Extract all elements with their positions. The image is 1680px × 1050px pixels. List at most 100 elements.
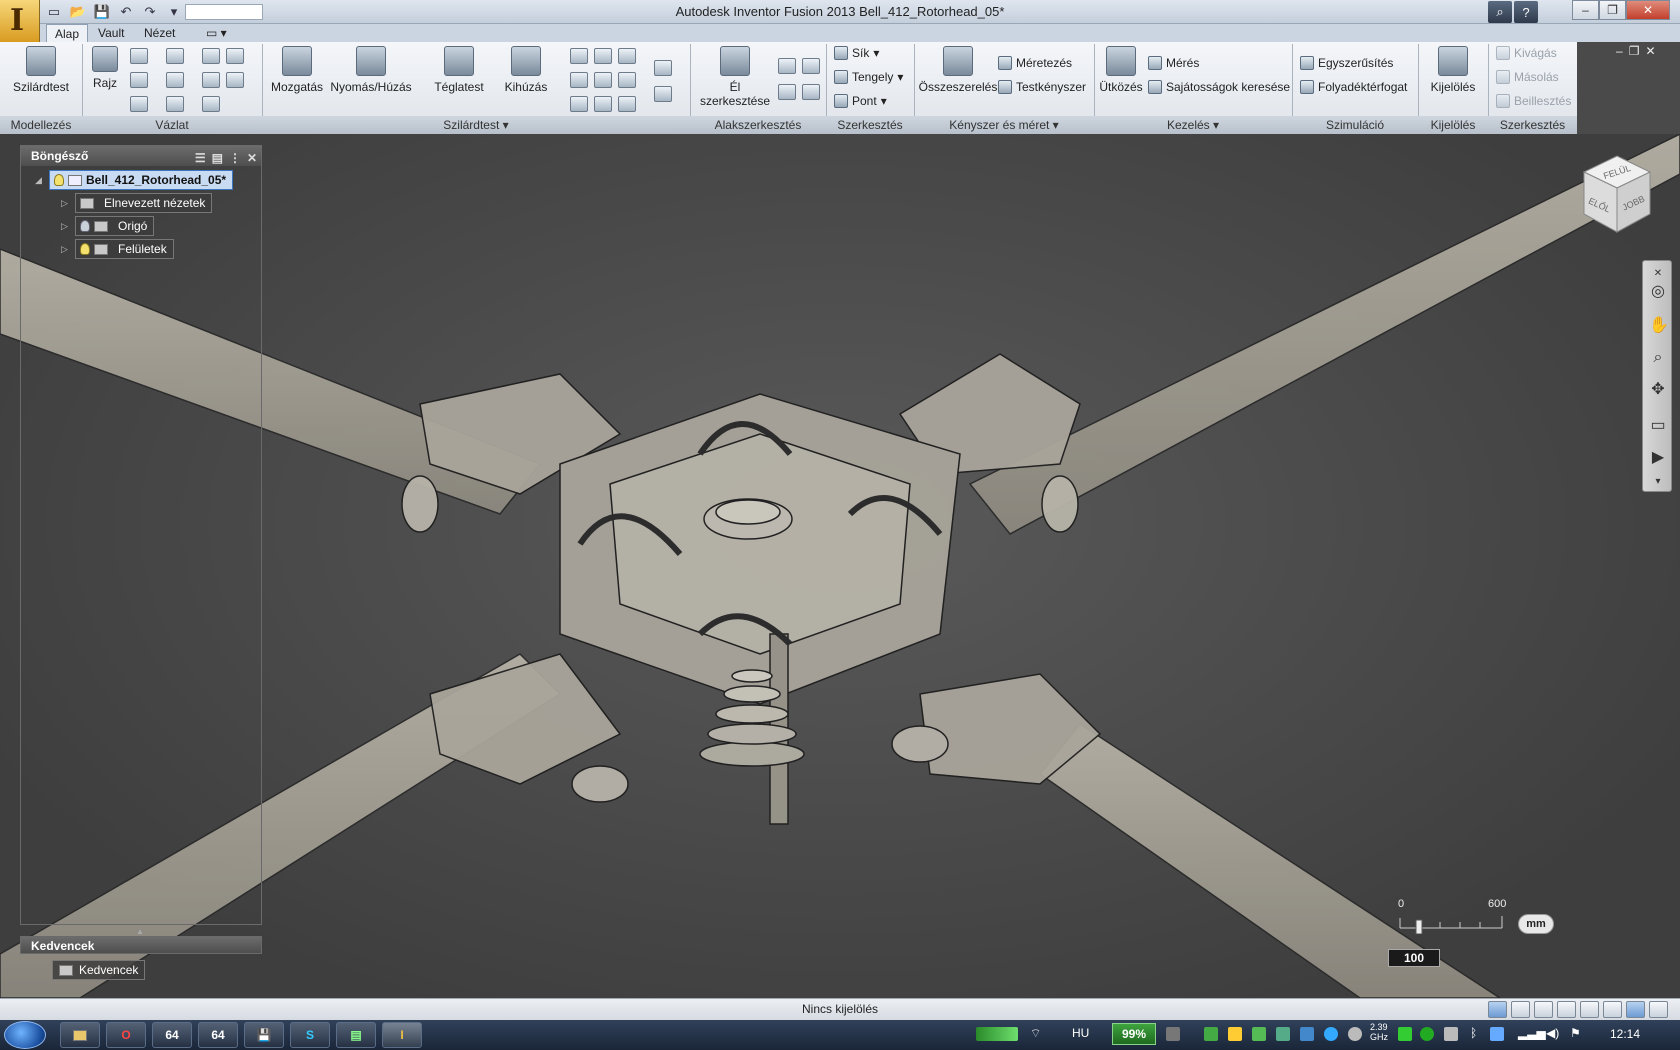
signal-icon[interactable]: ▂▃▅ — [1518, 1026, 1546, 1040]
edit-tool-icon[interactable] — [226, 72, 244, 88]
utkozes-button[interactable]: Ütközés — [1098, 46, 1144, 94]
tengely-button[interactable]: Tengely ▾ — [834, 70, 903, 84]
panel-label-kenyszer-es-meret[interactable]: Kényszer és méret ▾ — [914, 118, 1094, 134]
display-settings-icon[interactable] — [1649, 1001, 1668, 1018]
zoom-icon[interactable]: ⌕ — [1649, 349, 1667, 367]
rectangle-tool-icon[interactable] — [130, 72, 148, 88]
taskbar-spreadsheet-icon[interactable]: ▤ — [336, 1022, 376, 1048]
image-tool-icon[interactable] — [226, 48, 244, 64]
pan-hand-icon[interactable]: ✋ — [1649, 317, 1669, 335]
viewcube[interactable]: FELÜL ELŐL JOBB — [1580, 152, 1654, 236]
beillesztes-button[interactable]: Beillesztés — [1496, 94, 1571, 108]
select-mode-icon[interactable] — [1488, 1001, 1507, 1018]
fillet-tool-icon[interactable] — [166, 72, 184, 88]
system-clock[interactable]: 12:14 — [1610, 1027, 1640, 1041]
mozgatas-button[interactable]: Mozgatás — [268, 46, 326, 94]
maximize-icon[interactable]: ❐ — [1599, 0, 1626, 20]
browser-close-icon[interactable]: ✕ — [247, 148, 257, 168]
taskbar-skype-icon[interactable]: S — [290, 1022, 330, 1048]
form-edit-icon[interactable] — [778, 58, 796, 74]
favorites-item[interactable]: Kedvencek — [52, 960, 146, 980]
arc-tool-icon[interactable] — [166, 48, 184, 64]
tray-monitor-icon[interactable] — [1204, 1027, 1218, 1041]
kihuzas-button[interactable]: Kihúzás — [500, 46, 552, 94]
browser-expand-icon[interactable]: ☰ — [195, 148, 206, 168]
panel-label-szilardtest[interactable]: Szilárdtest ▾ — [262, 118, 690, 134]
kivagas-button[interactable]: Kivágás — [1496, 46, 1557, 60]
meres-button[interactable]: Mérés — [1148, 56, 1199, 70]
language-indicator[interactable]: HU — [1072, 1026, 1089, 1040]
el-szerkesztese-button[interactable]: Él szerkesztése — [694, 46, 776, 108]
volume-icon[interactable]: ◀) — [1546, 1026, 1559, 1040]
tray-connection-icon[interactable] — [1444, 1027, 1458, 1041]
folyadekterfogat-button[interactable]: Folyadéktérfogat — [1300, 80, 1407, 94]
kijeloles-button[interactable]: Kijelölés — [1424, 46, 1482, 94]
pattern-tool-icon[interactable] — [202, 48, 220, 64]
bluetooth-icon[interactable]: ᛒ — [1470, 1026, 1477, 1040]
collapse-arrow-icon[interactable]: ◢ — [35, 175, 45, 186]
spline-tool-icon[interactable] — [130, 96, 148, 112]
visibility-bulb-icon[interactable] — [80, 243, 90, 255]
tab-vault[interactable]: Vault — [90, 24, 132, 42]
sweep-tool-icon[interactable] — [594, 96, 612, 112]
tree-root-node[interactable]: ◢ Bell_412_Rotorhead_05* — [35, 170, 234, 190]
tree-item-feluletek[interactable]: ▷ Felületek — [61, 239, 174, 259]
circle-tool-icon[interactable] — [130, 48, 148, 64]
tab-nezet[interactable]: Nézet — [136, 24, 183, 42]
taskbar-save-app-icon[interactable]: 💾 — [244, 1022, 284, 1048]
tray-app-icon[interactable] — [1166, 1027, 1180, 1041]
sajatossagok-keresese-button[interactable]: Sajátosságok keresése — [1148, 80, 1290, 94]
navbar-menu-icon[interactable]: ▾ — [1649, 473, 1667, 491]
chamfer-tool-icon[interactable] — [594, 72, 612, 88]
nyomas-huzas-button[interactable]: Nyomás/Húzás — [328, 46, 414, 94]
construction-line-icon[interactable] — [166, 96, 184, 112]
tray-gpu-icon[interactable] — [1252, 1027, 1266, 1041]
taskbar-app-64-icon[interactable]: 64 — [152, 1022, 192, 1048]
taskbar-opera-icon[interactable]: O — [106, 1022, 146, 1048]
form-smooth-icon[interactable] — [778, 84, 796, 100]
doc-restore-icon[interactable]: ❐ — [1629, 44, 1640, 58]
navbar-close-icon[interactable]: ✕ — [1649, 265, 1667, 283]
play-icon[interactable]: ▶ — [1649, 449, 1667, 467]
scale-value-field[interactable]: 100 — [1388, 949, 1440, 967]
meretezes-button[interactable]: Méretezés — [998, 56, 1072, 70]
shadow-icon[interactable] — [1603, 1001, 1622, 1018]
project-tool-icon[interactable] — [202, 72, 220, 88]
visibility-bulb-icon[interactable] — [54, 174, 64, 186]
testkenyszer-button[interactable]: Testkényszer — [998, 80, 1086, 94]
tab-alap[interactable]: Alap — [46, 24, 89, 42]
doc-minimize-icon[interactable]: – — [1616, 44, 1623, 58]
tree-item-elnevezett-nezetek[interactable]: ▷ Elnevezett nézetek — [61, 193, 213, 213]
action-center-flag-icon[interactable]: ⚑ — [1570, 1026, 1581, 1040]
tray-settings-icon[interactable] — [1348, 1027, 1362, 1041]
egyszerusites-button[interactable]: Egyszerűsítés — [1300, 56, 1393, 70]
revolve-tool-icon[interactable] — [570, 96, 588, 112]
ground-plane-icon[interactable] — [1511, 1001, 1530, 1018]
taskbar-app-64b-icon[interactable]: 64 — [198, 1022, 238, 1048]
taskbar-inventor-icon[interactable]: I — [382, 1022, 422, 1048]
pattern-feature-icon[interactable] — [654, 86, 672, 102]
masolas-button[interactable]: Másolás — [1496, 70, 1559, 84]
form-surface-icon[interactable] — [802, 84, 820, 100]
lock-icon[interactable] — [1557, 1001, 1576, 1018]
shell-tool-icon[interactable] — [570, 48, 588, 64]
wifi-icon[interactable]: ⌔ — [1030, 1026, 1041, 1041]
doc-close-icon[interactable]: ✕ — [1645, 44, 1655, 58]
section-icon[interactable] — [1534, 1001, 1553, 1018]
tray-display-icon[interactable] — [1490, 1027, 1504, 1041]
tray-security-icon[interactable] — [1300, 1027, 1314, 1041]
delete-face-icon[interactable] — [618, 96, 636, 112]
tree-item-origo[interactable]: ▷ Origó — [61, 216, 155, 236]
browser-menu-icon[interactable]: ⋮ — [229, 148, 241, 168]
look-at-icon[interactable]: ▭ — [1649, 417, 1667, 435]
dimension-line-icon[interactable] — [202, 96, 220, 112]
tray-meter-icon[interactable] — [1398, 1027, 1412, 1041]
steering-wheel-icon[interactable]: ◎ — [1649, 283, 1667, 301]
form-face-icon[interactable] — [802, 58, 820, 74]
split-tool-icon[interactable] — [594, 48, 612, 64]
expand-arrow-icon[interactable]: ▷ — [61, 244, 71, 255]
orbit-icon[interactable]: ✥ — [1649, 381, 1667, 399]
draft-tool-icon[interactable] — [618, 72, 636, 88]
expand-arrow-icon[interactable]: ▷ — [61, 198, 71, 209]
tray-sync-icon[interactable] — [1324, 1027, 1338, 1041]
